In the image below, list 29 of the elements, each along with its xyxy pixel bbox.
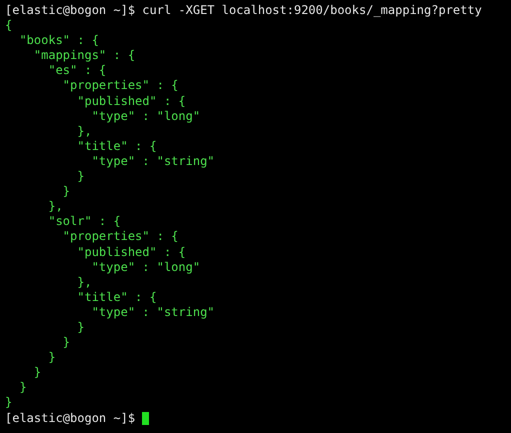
output-line: { (5, 18, 12, 34)
cursor (142, 412, 150, 425)
output-line: "type" : "string" (90, 304, 215, 320)
output-line: "type" : "long" (90, 260, 200, 275)
output-line: }, (76, 274, 92, 290)
output-line: } (62, 184, 70, 200)
output-line: "published" : { (76, 94, 186, 109)
output-line: "published" : { (76, 244, 186, 260)
output-line: } (62, 335, 70, 350)
output-line: "books" : { (18, 33, 99, 48)
output-line: "properties" : { (62, 229, 178, 244)
output-line: "type" : "string" (90, 154, 215, 170)
output-line: }, (76, 124, 92, 139)
output-line: } (76, 169, 84, 184)
output-line: "solr" : { (47, 214, 121, 230)
output-line: "type" : "long" (90, 108, 200, 124)
output-line: } (5, 395, 12, 411)
prompt-line: [elastic@bogon ~]$ curl -XGET localhost:9200/books/_mapping?pretty (5, 3, 482, 18)
output-line: } (47, 350, 56, 366)
output-line: } (76, 320, 84, 336)
output-line: "es" : { (47, 63, 106, 78)
output-line: "title" : { (76, 138, 157, 154)
output-line: "title" : { (76, 290, 157, 305)
output-line: }, (47, 199, 63, 214)
output-line: "mappings" : { (32, 48, 136, 64)
output-line: "properties" : { (62, 78, 178, 94)
output-line: } (32, 365, 42, 380)
prompt-line: [elastic@bogon ~]$ (5, 410, 136, 426)
output-line: } (18, 380, 27, 396)
